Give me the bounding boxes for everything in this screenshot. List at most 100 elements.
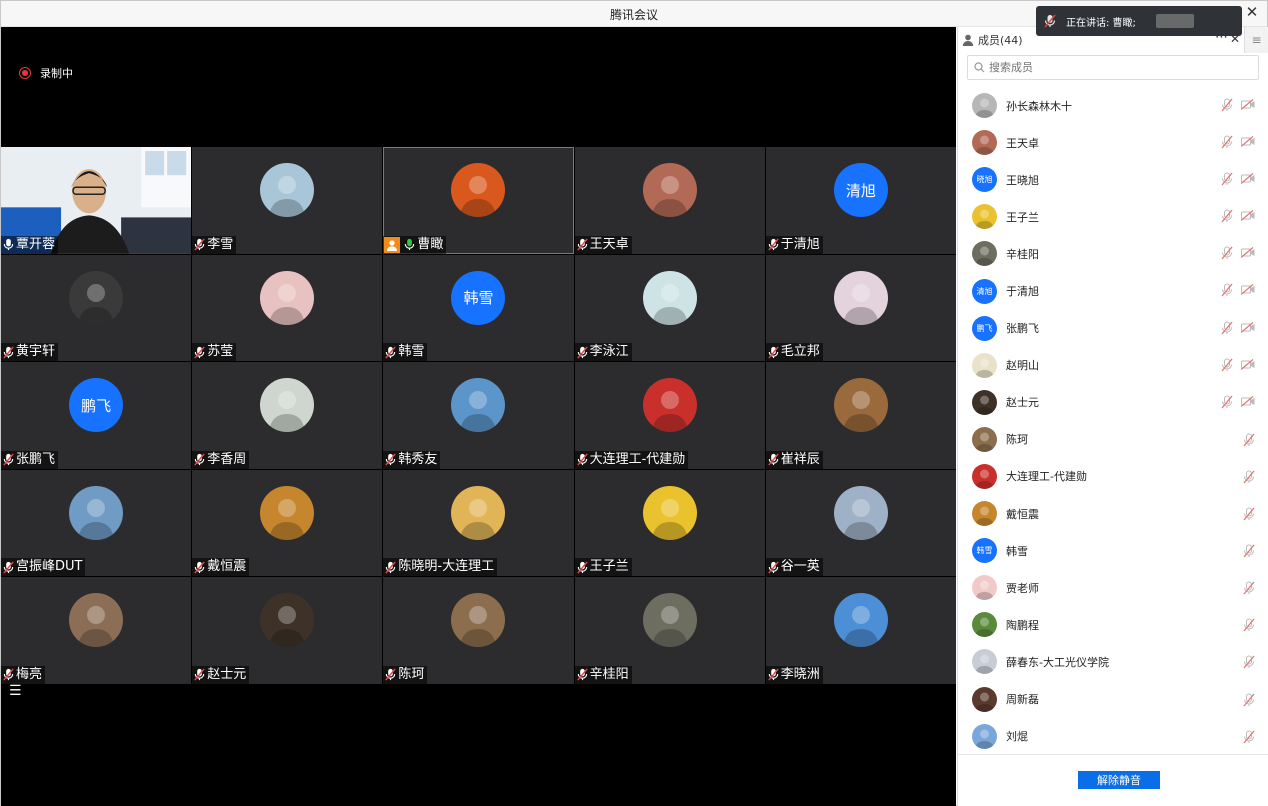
menu-icon[interactable]: ☰: [9, 683, 22, 699]
mic-muted-icon[interactable]: [1221, 358, 1233, 372]
search-box[interactable]: [967, 55, 1259, 80]
participant-name: 王天卓: [589, 236, 629, 252]
mic-muted-icon[interactable]: [1243, 433, 1255, 447]
member-avatar: [972, 649, 997, 675]
mic-muted-icon[interactable]: [1221, 98, 1233, 112]
participant-name: 谷一英: [780, 559, 820, 575]
mic-muted-icon[interactable]: [1221, 395, 1233, 409]
search-input[interactable]: [989, 61, 1229, 74]
video-tile[interactable]: 谷一英: [765, 469, 956, 577]
participant-nameplate: 曹瞰: [383, 235, 447, 254]
mic-muted-icon[interactable]: [1221, 283, 1233, 297]
member-row[interactable]: 辛桂阳: [958, 235, 1268, 272]
mic-muted-icon: [385, 561, 397, 574]
camera-off-icon[interactable]: [1241, 358, 1255, 370]
video-tile[interactable]: 陈珂: [383, 577, 574, 684]
video-tile[interactable]: 赵士元: [192, 577, 383, 684]
participant-nameplate: 于清旭: [765, 235, 823, 254]
video-tile[interactable]: 曹瞰: [383, 147, 574, 254]
video-tile[interactable]: 苏莹: [192, 254, 383, 362]
mic-muted-icon[interactable]: [1243, 544, 1255, 558]
member-row[interactable]: 戴恒震: [958, 495, 1268, 532]
participant-name: 陈晓明-大连理工: [398, 559, 495, 575]
video-tile[interactable]: 宫振峰DUT: [1, 469, 192, 577]
video-tile[interactable]: 梅亮: [1, 577, 192, 684]
panel-toggle-icon[interactable]: ≡: [1244, 27, 1268, 53]
mic-muted-icon[interactable]: [1221, 172, 1233, 186]
speaking-toast: 正在讲话: 曹瞰;: [1036, 6, 1242, 36]
participant-avatar: [642, 163, 697, 217]
video-tile[interactable]: 王天卓: [574, 147, 765, 254]
participant-nameplate: 陈晓明-大连理工: [383, 558, 498, 577]
mic-muted-icon[interactable]: [1243, 655, 1255, 669]
member-row[interactable]: 王天卓: [958, 124, 1268, 161]
mic-active-icon: [405, 239, 415, 251]
member-row[interactable]: 刘焜: [958, 718, 1268, 755]
video-tile[interactable]: 清旭 于清旭: [765, 147, 956, 254]
member-row[interactable]: 贾老师: [958, 569, 1268, 606]
video-tile[interactable]: 大连理工-代建勋: [574, 362, 765, 469]
member-row[interactable]: 孙长森林木十: [958, 87, 1268, 124]
video-tile[interactable]: 李香周: [192, 362, 383, 469]
mic-muted-icon[interactable]: [1243, 693, 1255, 707]
video-tile[interactable]: 韩秀友: [383, 362, 574, 469]
video-tile[interactable]: 鹏飞 张鹏飞: [1, 362, 192, 469]
video-tile[interactable]: 毛立邦: [765, 254, 956, 362]
member-row[interactable]: 王子兰: [958, 198, 1268, 235]
camera-off-icon[interactable]: [1241, 395, 1255, 407]
member-row[interactable]: 清旭 于清旭: [958, 272, 1268, 309]
camera-off-icon[interactable]: [1241, 247, 1255, 259]
camera-off-icon[interactable]: [1241, 210, 1255, 222]
member-row[interactable]: 鹏飞 张鹏飞: [958, 310, 1268, 347]
video-tile[interactable]: 王子兰: [574, 469, 765, 577]
camera-off-icon[interactable]: [1241, 136, 1255, 148]
camera-off-icon[interactable]: [1241, 284, 1255, 296]
video-tile[interactable]: 黄宇轩: [1, 254, 192, 362]
member-row[interactable]: 周新磊: [958, 681, 1268, 718]
video-tile[interactable]: 崔祥辰: [765, 362, 956, 469]
mic-muted-icon[interactable]: [1243, 730, 1255, 744]
mic-muted-icon: [768, 238, 779, 251]
video-tile[interactable]: 辛桂阳: [574, 577, 765, 684]
member-row[interactable]: 晓旭 王晓旭: [958, 161, 1268, 198]
member-row[interactable]: 大连理工-代建勋: [958, 458, 1268, 495]
close-window-icon[interactable]: ✕: [1243, 3, 1261, 21]
participant-name: 大连理工-代建勋: [589, 451, 686, 467]
video-tile[interactable]: 李晓洲: [765, 577, 956, 684]
video-tile[interactable]: 李泳江: [574, 254, 765, 362]
member-row[interactable]: 陶鹏程: [958, 606, 1268, 643]
camera-off-icon[interactable]: [1241, 321, 1255, 333]
mic-muted-icon[interactable]: [1243, 507, 1255, 521]
mic-muted-icon: [1044, 14, 1056, 28]
unmute-button[interactable]: 解除静音: [1078, 771, 1160, 789]
mic-muted-icon: [3, 346, 14, 359]
camera-off-icon[interactable]: [1241, 99, 1255, 110]
mic-muted-icon: [194, 238, 205, 251]
mic-muted-icon[interactable]: [1221, 246, 1233, 260]
member-row[interactable]: 赵明山: [958, 347, 1268, 384]
camera-off-icon[interactable]: [1241, 173, 1255, 185]
mic-muted-icon[interactable]: [1221, 135, 1233, 149]
video-tile[interactable]: 李雪: [192, 147, 383, 254]
member-row[interactable]: 韩雪 韩雪: [958, 532, 1268, 569]
member-row[interactable]: 薛春东-大工光仪学院: [958, 643, 1268, 680]
member-name: 孙长森林木十: [1006, 99, 1072, 113]
member-row[interactable]: 赵士元: [958, 384, 1268, 421]
mic-muted-icon[interactable]: [1243, 618, 1255, 632]
mic-muted-icon[interactable]: [1221, 321, 1233, 335]
mic-muted-icon[interactable]: [1243, 470, 1255, 484]
mic-muted-icon[interactable]: [1243, 581, 1255, 595]
video-tile[interactable]: 韩雪 韩雪: [383, 254, 574, 362]
video-tile[interactable]: 戴恒震: [192, 469, 383, 577]
participant-name: 李香周: [207, 451, 247, 467]
mic-muted-icon: [194, 561, 205, 574]
participant-avatar: [833, 270, 888, 325]
video-tile[interactable]: 陈晓明-大连理工: [383, 469, 574, 577]
video-tile[interactable]: 覃开蓉: [1, 147, 192, 254]
member-row[interactable]: 陈珂: [958, 421, 1268, 458]
mic-muted-icon[interactable]: [1221, 209, 1233, 223]
participant-name: 覃开蓉: [16, 236, 56, 252]
participant-nameplate: 李晓洲: [765, 665, 823, 684]
mic-muted-icon: [768, 453, 779, 466]
mic-muted-icon: [3, 561, 14, 574]
